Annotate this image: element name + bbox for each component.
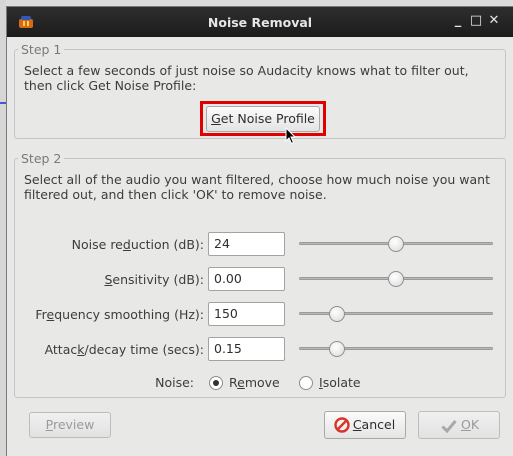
cancel-icon <box>334 417 350 433</box>
step2-description-line1: Select all of the audio you want filtere… <box>24 172 490 187</box>
sensitivity-label: Sensitivity (dB): <box>25 272 204 287</box>
title-bar[interactable]: Noise Removal _ □ ✕ <box>7 7 513 37</box>
noise-removal-dialog: Noise Removal _ □ ✕ Step 1 Select a few … <box>6 6 513 456</box>
sensitivity-input[interactable]: 0.00 <box>208 267 285 291</box>
step1-description-line2: then click Get Noise Profile: <box>24 78 197 93</box>
noise-mode-label: Noise: <box>155 375 194 390</box>
step1-description-line1: Select a few seconds of just noise so Au… <box>24 63 469 78</box>
attack-decay-label: Attack/decay time (secs): <box>25 342 204 357</box>
label-mnemonic: e <box>237 375 245 390</box>
attack-decay-slider[interactable] <box>299 339 493 359</box>
preview-button[interactable]: Preview <box>29 412 111 438</box>
frequency-smoothing-label: Frequency smoothing (Hz): <box>25 307 204 322</box>
frequency-smoothing-input[interactable]: 150 <box>208 302 285 326</box>
attack-decay-input[interactable]: 0.15 <box>208 337 285 361</box>
label-part: Noise re <box>71 237 123 252</box>
cancel-mnemonic: C <box>352 417 362 432</box>
noise-reduction-slider[interactable] <box>299 234 493 254</box>
ok-label: K <box>470 417 480 432</box>
step1-description: Select a few seconds of just noise so Au… <box>24 63 496 93</box>
step2-legend: Step 2 <box>18 151 65 166</box>
ok-button[interactable]: OK <box>418 411 500 439</box>
step2-description-line2: filtered out, and then click 'OK' to rem… <box>24 187 327 202</box>
window-title: Noise Removal <box>207 15 313 30</box>
label-part: move <box>244 375 280 390</box>
step2-group: Step 2 Select all of the audio you want … <box>14 151 506 398</box>
label-part: solate <box>322 375 361 390</box>
isolate-radio[interactable] <box>299 376 313 390</box>
label-part: /decay time (secs): <box>84 342 204 357</box>
label-part: uction (dB): <box>130 237 204 252</box>
preview-label: review <box>52 417 95 432</box>
cancel-label: ancel <box>361 417 396 432</box>
label-part: Fr <box>35 307 47 322</box>
mouse-cursor-icon <box>285 127 297 145</box>
slider-thumb[interactable] <box>388 271 404 287</box>
label-part: Attac <box>44 342 78 357</box>
preview-mnemonic: P <box>45 417 53 432</box>
label-mnemonic: d <box>122 237 131 252</box>
ok-mnemonic: O <box>460 417 471 432</box>
minimize-icon[interactable]: _ <box>451 14 465 28</box>
slider-thumb[interactable] <box>388 236 404 252</box>
checkmark-icon <box>441 420 457 433</box>
slider-thumb[interactable] <box>329 341 345 357</box>
remove-radio[interactable] <box>209 376 223 390</box>
slider-thumb[interactable] <box>329 306 345 322</box>
label-part: ensitivity (dB): <box>112 272 204 287</box>
step2-description: Select all of the audio you want filtere… <box>24 172 496 202</box>
noise-reduction-input[interactable]: 24 <box>208 232 285 256</box>
remove-radio-label[interactable]: Remove <box>229 375 280 390</box>
step1-legend: Step 1 <box>18 42 65 57</box>
label-part: R <box>229 375 238 390</box>
frequency-smoothing-slider[interactable] <box>299 304 493 324</box>
sensitivity-slider[interactable] <box>299 269 493 289</box>
maximize-icon[interactable]: □ <box>469 14 483 28</box>
noise-reduction-label: Noise reduction (dB): <box>25 237 204 252</box>
step1-group: Step 1 Select a few seconds of just nois… <box>14 42 506 139</box>
highlight-box <box>200 101 326 136</box>
cancel-button[interactable]: Cancel <box>324 411 406 439</box>
close-icon[interactable]: ✕ <box>487 14 501 28</box>
isolate-radio-label[interactable]: Isolate <box>319 375 361 390</box>
label-part: quency smoothing (Hz): <box>54 307 204 322</box>
